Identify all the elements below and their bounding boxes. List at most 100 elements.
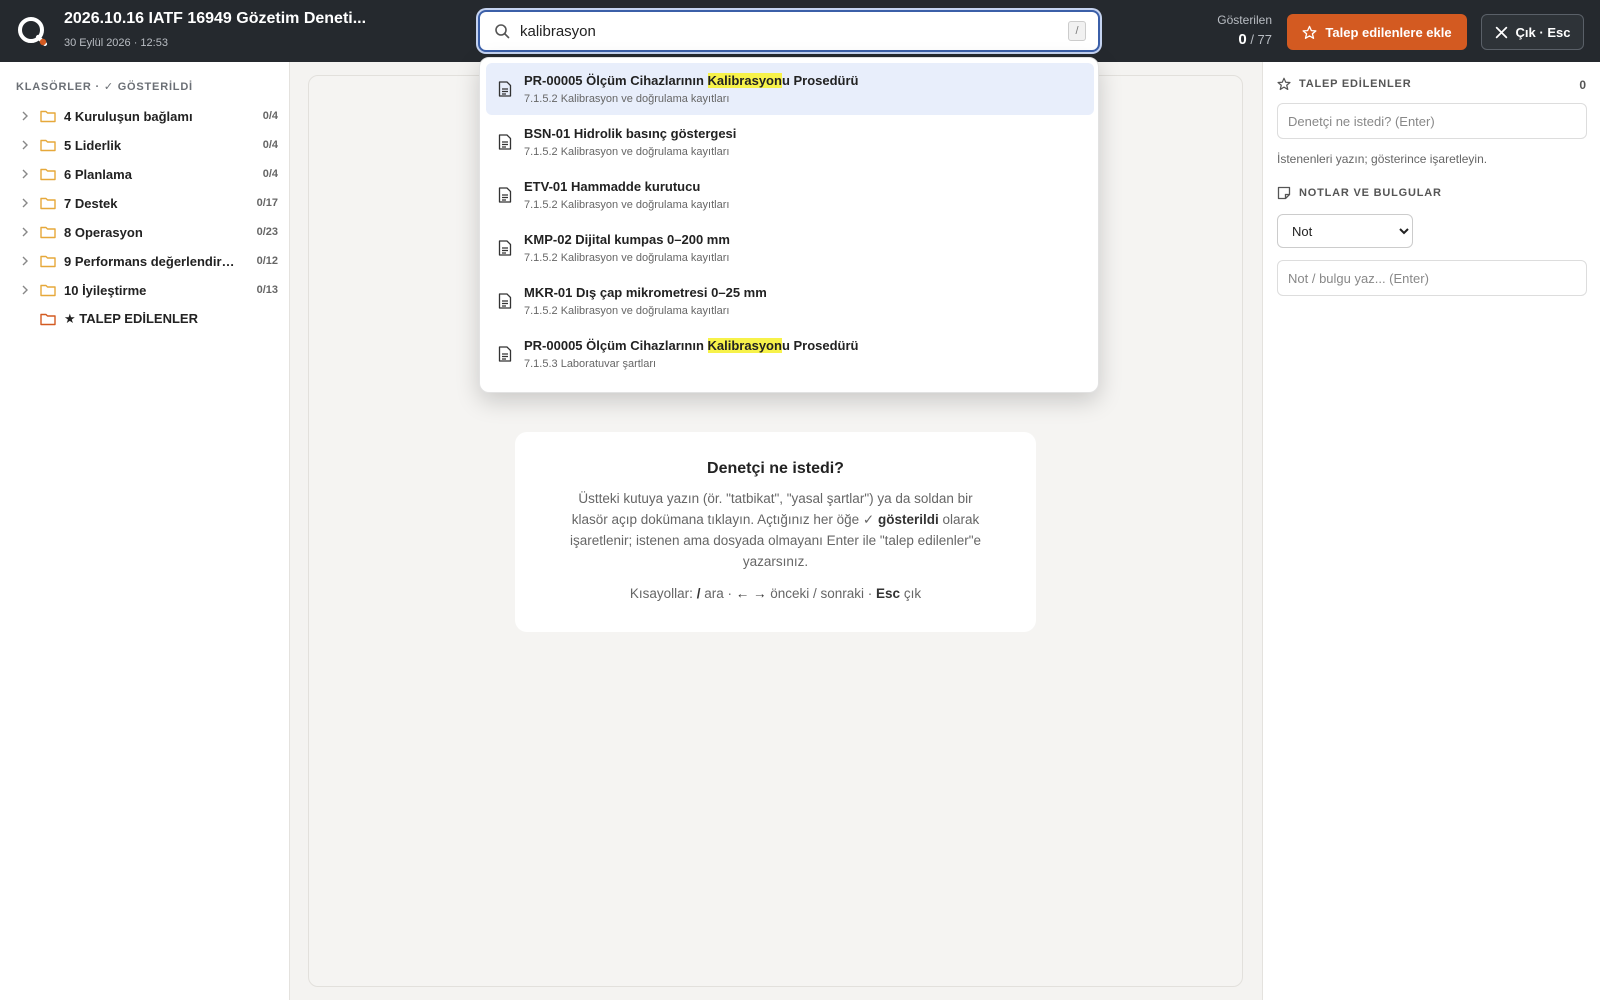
chevron-right-icon[interactable]: [18, 254, 32, 268]
requested-count: 0: [1579, 78, 1586, 92]
shown-label: Gösterilen: [1217, 13, 1272, 27]
folder-label: 8 Operasyon: [64, 224, 143, 240]
exit-label: Çık · Esc: [1515, 24, 1571, 40]
shortcut-label: önceki / sonraki ·: [766, 586, 877, 601]
folder-item[interactable]: 10 İyileştirme 0/13: [16, 278, 278, 302]
chevron-right-icon[interactable]: [18, 138, 32, 152]
search-results-dropdown: PR-00005 Ölçüm Cihazlarının Kalibrasyonu…: [479, 57, 1099, 393]
shortcut-label: çık: [900, 586, 922, 601]
result-title-text: u Prosedürü: [781, 73, 859, 88]
result-title: MKR-01 Dış çap mikrometresi 0–25 mm: [524, 285, 767, 300]
folder-count: 0/13: [256, 284, 278, 296]
folder-item[interactable]: 9 Performans değerlendirme 0/12: [16, 249, 278, 273]
document-icon: [498, 134, 512, 150]
folder-count: 0/12: [256, 255, 278, 267]
close-icon: [1495, 26, 1507, 38]
result-title: ETV-01 Hammadde kurutucu: [524, 179, 701, 194]
requested-input[interactable]: [1277, 103, 1587, 139]
folder-count: 0/4: [262, 168, 278, 180]
result-title: KMP-02 Dijital kumpas 0–200 mm: [524, 232, 730, 247]
search-box[interactable]: /: [478, 10, 1100, 52]
result-section: 7.1.5.2 Kalibrasyon ve doğrulama kayıtla…: [524, 199, 730, 211]
folder-item[interactable]: 7 Destek 0/17: [16, 191, 278, 215]
folder-count: 0/17: [256, 197, 278, 209]
right-sidebar: TALEP EDİLENLER 0 İstenenleri yazın; gös…: [1262, 62, 1600, 1000]
requested-heading-label: TALEP EDİLENLER: [1299, 78, 1412, 90]
note-icon: [1277, 186, 1291, 200]
search-shortcut-key: /: [1068, 21, 1086, 41]
shortcuts-hint: Kısayollar: / ara · ← → önceki / sonraki…: [515, 586, 1036, 601]
empty-state-text: Üstteki kutuya yazın (ör. "tatbikat", "y…: [566, 488, 986, 572]
folder-label: 10 İyileştirme: [64, 282, 147, 298]
folder-icon: [40, 168, 56, 181]
result-title-text: PR-00005 Ölçüm Cihazlarının: [524, 338, 708, 353]
shown-total: / 77: [1250, 32, 1272, 47]
folder-count: 0/23: [256, 226, 278, 238]
document-icon: [498, 346, 512, 362]
note-input[interactable]: [1277, 260, 1587, 296]
document-icon: [498, 240, 512, 256]
star-icon: [1277, 77, 1291, 91]
audit-datetime: 30 Eylül 2026 · 12:53: [64, 37, 168, 49]
search-result-item[interactable]: PR-00005 Ölçüm Cihazlarının Kalibrasyonu…: [486, 63, 1094, 115]
shortcut-key: Esc: [876, 586, 901, 601]
folder-icon: [40, 255, 56, 268]
result-title-text: u Prosedürü: [781, 338, 859, 353]
chevron-right-icon[interactable]: [18, 196, 32, 210]
folder-label: 9 Performans değerlendirme: [64, 253, 240, 269]
chevron-right-icon[interactable]: [18, 167, 32, 181]
search-result-item[interactable]: ETV-01 Hammadde kurutucu 7.1.5.2 Kalibra…: [486, 169, 1094, 221]
empty-state-title: Denetçi ne istedi?: [707, 460, 844, 477]
folder-icon: [40, 139, 56, 152]
result-title-text: PR-00005 Ölçüm Cihazlarının: [524, 73, 708, 88]
folder-icon: [40, 313, 56, 326]
folder-label: 7 Destek: [64, 195, 118, 211]
empty-text-bold: gösterildi: [877, 512, 939, 527]
search-match-highlight: Kalibrasyon: [707, 338, 782, 353]
empty-state-card: Denetçi ne istedi? Üstteki kutuya yazın …: [515, 432, 1036, 632]
search-result-item[interactable]: PR-00005 Ölçüm Cihazlarının Kalibrasyonu…: [486, 328, 1094, 380]
result-section: 7.1.5.2 Kalibrasyon ve doğrulama kayıtla…: [524, 93, 730, 105]
chevron-right-icon[interactable]: [18, 283, 32, 297]
folder-icon: [40, 110, 56, 123]
folder-item[interactable]: 4 Kuruluşun bağlamı 0/4: [16, 104, 278, 128]
add-to-requested-button[interactable]: Talep edilenlere ekle: [1287, 14, 1467, 50]
shortcut-key: ← →: [735, 586, 767, 601]
requested-folder-label: ★ TALEP EDİLENLER: [64, 311, 198, 326]
folder-label: 5 Liderlik: [64, 137, 122, 153]
folder-item[interactable]: 5 Liderlik 0/4: [16, 133, 278, 157]
result-title: PR-00005 Ölçüm Cihazlarının Kalibrasyonu…: [524, 73, 859, 88]
folder-icon: [40, 226, 56, 239]
folders-heading: KLASÖRLER · ✓ GÖSTERİLDİ: [16, 81, 193, 93]
star-icon: [1302, 25, 1317, 39]
shortcuts-prefix: Kısayollar:: [629, 586, 697, 601]
requested-folder-item[interactable]: ★ TALEP EDİLENLER: [16, 307, 278, 331]
audit-title: 2026.10.16 IATF 16949 Gözetim Deneti...: [64, 10, 367, 27]
shown-counter: 0 / 77: [1200, 31, 1272, 48]
search-input[interactable]: [520, 12, 1040, 50]
note-type-select[interactable]: Not: [1277, 214, 1413, 248]
folder-item[interactable]: 6 Planlama 0/4: [16, 162, 278, 186]
shown-count: 0: [1238, 31, 1247, 48]
folder-icon: [40, 197, 56, 210]
chevron-right-icon[interactable]: [18, 225, 32, 239]
result-section: 7.1.5.3 Laboratuvar şartları: [524, 358, 657, 370]
result-section: 7.1.5.2 Kalibrasyon ve doğrulama kayıtla…: [524, 305, 730, 317]
document-icon: [498, 81, 512, 97]
chevron-right-icon[interactable]: [18, 109, 32, 123]
folder-label: 4 Kuruluşun bağlamı: [64, 108, 193, 124]
notes-section-heading: NOTLAR VE BULGULAR: [1277, 186, 1442, 200]
exit-button[interactable]: Çık · Esc: [1481, 14, 1584, 50]
folder-count: 0/4: [262, 110, 278, 122]
search-result-item[interactable]: MKR-01 Dış çap mikrometresi 0–25 mm 7.1.…: [486, 275, 1094, 327]
search-result-item[interactable]: KMP-02 Dijital kumpas 0–200 mm 7.1.5.2 K…: [486, 222, 1094, 274]
search-result-item[interactable]: BSN-01 Hidrolik basınç göstergesi 7.1.5.…: [486, 116, 1094, 168]
add-to-requested-label: Talep edilenlere ekle: [1325, 24, 1452, 40]
result-title: BSN-01 Hidrolik basınç göstergesi: [524, 126, 737, 141]
result-section: 7.1.5.2 Kalibrasyon ve doğrulama kayıtla…: [524, 146, 730, 158]
result-section: 7.1.5.2 Kalibrasyon ve doğrulama kayıtla…: [524, 252, 730, 264]
search-icon: [495, 24, 510, 39]
folder-item[interactable]: 8 Operasyon 0/23: [16, 220, 278, 244]
shortcut-label: ara ·: [700, 586, 736, 601]
requested-hint: İstenenleri yazın; gösterince işaretleyi…: [1277, 152, 1488, 166]
